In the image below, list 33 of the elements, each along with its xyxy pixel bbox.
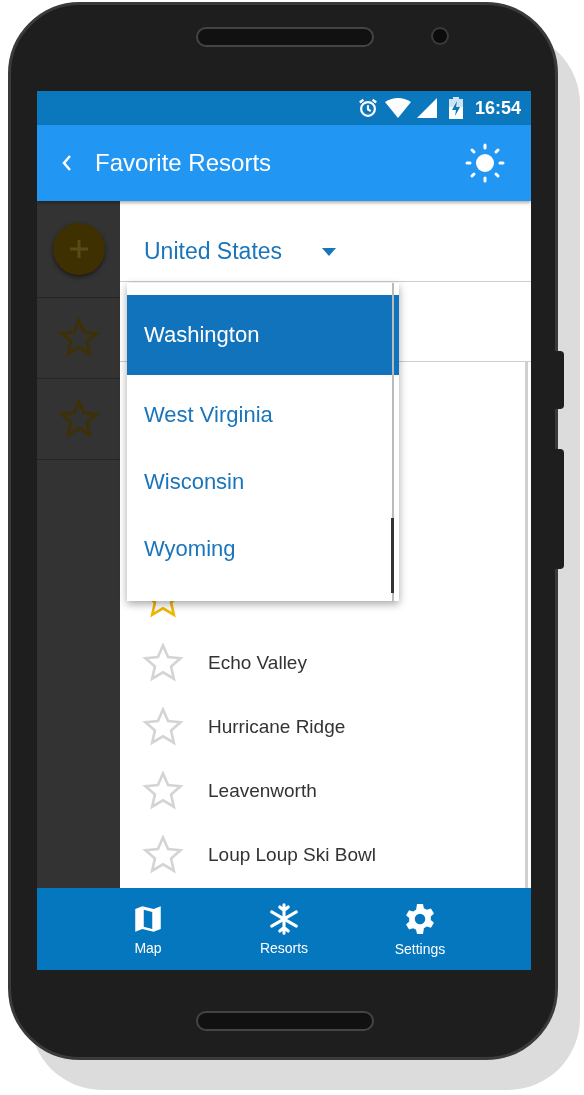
add-button[interactable] <box>52 223 105 275</box>
resort-name: Loup Loup Ski Bowl <box>208 844 376 866</box>
dropdown-option[interactable]: Washington <box>127 295 399 375</box>
nav-button[interactable]: Map <box>110 888 186 970</box>
back-button[interactable] <box>61 153 73 173</box>
nav-button[interactable]: Resorts <box>246 888 322 970</box>
resort-name: Leavenworth <box>208 780 317 802</box>
alarm-icon <box>356 97 379 119</box>
sun-icon[interactable] <box>465 143 505 183</box>
dropdown-option[interactable]: Wisconsin <box>127 448 399 515</box>
camera-lens <box>431 27 449 45</box>
star-icon[interactable] <box>142 770 184 812</box>
snowflake-icon <box>267 902 301 936</box>
plus-icon <box>67 238 90 260</box>
dropdown-option[interactable]: West Virginia <box>127 381 399 448</box>
power-button[interactable] <box>555 449 564 569</box>
status-time: 16:54 <box>474 97 521 119</box>
star-icon[interactable] <box>142 834 184 876</box>
screen-title: Favorite Resorts <box>95 149 273 177</box>
nav-button[interactable]: Settings <box>382 888 458 970</box>
wifi-icon <box>384 98 411 118</box>
volume-button[interactable] <box>555 351 564 409</box>
star-icon[interactable] <box>142 642 184 684</box>
dropdown-option[interactable]: Wyoming <box>127 515 399 582</box>
resort-name: Echo Valley <box>208 652 307 674</box>
star-icon[interactable] <box>57 317 100 359</box>
country-dropdown[interactable]: United States <box>144 238 337 265</box>
resort-name: Hurricane Ridge <box>208 716 346 738</box>
battery-charging-icon <box>448 97 463 119</box>
caret-icon <box>322 247 337 256</box>
star-icon[interactable] <box>57 398 100 440</box>
signal-icon <box>416 98 437 118</box>
star-icon[interactable] <box>142 706 184 748</box>
